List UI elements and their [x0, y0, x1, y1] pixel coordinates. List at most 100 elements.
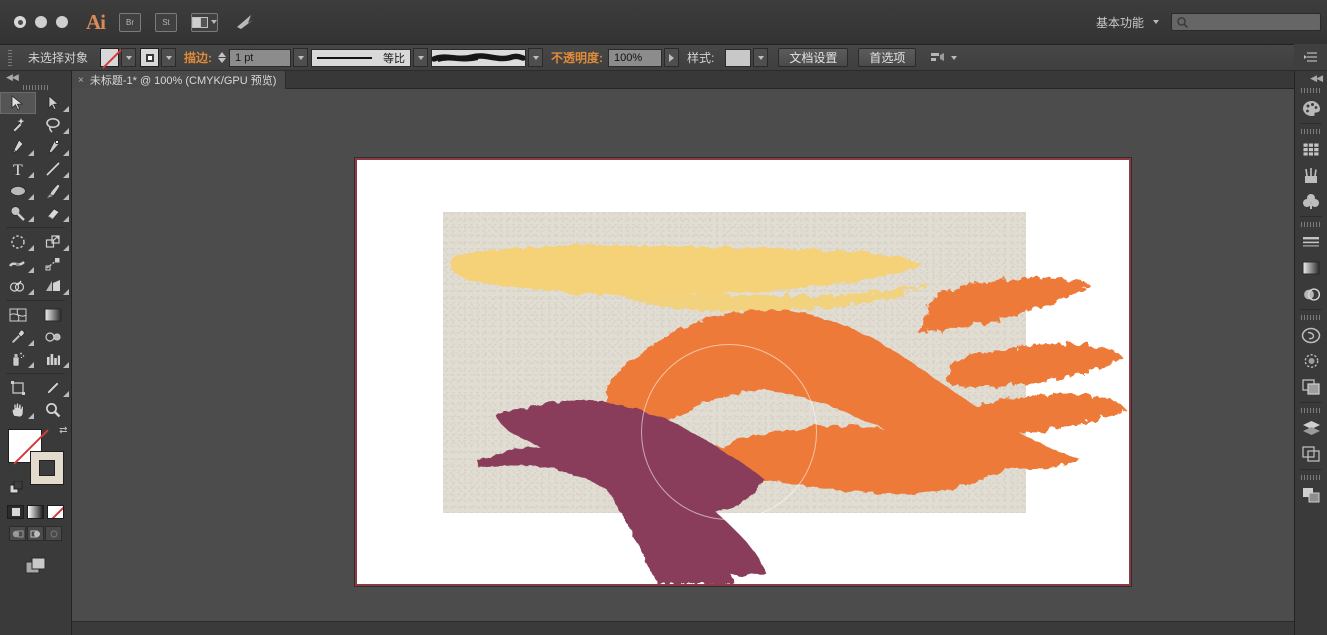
control-bar-grip[interactable]	[8, 50, 12, 66]
canvas-area[interactable]	[72, 89, 1313, 635]
artboards-panel-icon[interactable]	[1295, 441, 1327, 467]
layers-panel-icon[interactable]	[1295, 415, 1327, 441]
gradient-tool[interactable]	[36, 304, 72, 326]
control-bar: 未选择对象 描边: 1 pt 等比 不透明度: 100% 样式: 文档设置 首选…	[0, 45, 1327, 71]
panel-collapse-button[interactable]	[1294, 44, 1327, 70]
dock-grip-5[interactable]	[1295, 405, 1327, 415]
brushes-panel-icon[interactable]	[1295, 162, 1327, 188]
workspace-switcher[interactable]: 基本功能	[1090, 14, 1150, 31]
search-input[interactable]	[1171, 13, 1321, 31]
brush-definition-dropdown[interactable]	[528, 48, 543, 67]
none-mode-button[interactable]	[47, 505, 64, 519]
artboard[interactable]	[355, 158, 1131, 586]
scale-tool[interactable]	[36, 231, 72, 253]
variable-width-profile[interactable]: 等比	[311, 49, 411, 67]
variable-width-profile-label: 等比	[383, 50, 405, 66]
paintbrush-tool[interactable]	[36, 180, 72, 202]
artboard-tool[interactable]	[0, 377, 36, 399]
column-graph-tool[interactable]	[36, 348, 72, 370]
hand-tool[interactable]	[0, 399, 36, 421]
window-traffic-lights[interactable]	[14, 16, 68, 28]
go-to-bridge-icon[interactable]	[234, 12, 256, 32]
shape-builder-tool[interactable]	[0, 275, 36, 297]
stroke-weight-stepper[interactable]	[218, 52, 226, 63]
dock-grip-1[interactable]	[1295, 85, 1327, 95]
slice-tool[interactable]	[36, 377, 72, 399]
lasso-tool[interactable]	[36, 114, 72, 136]
maximize-window-button[interactable]	[56, 16, 68, 28]
swap-fill-stroke-icon[interactable]: ⇄	[59, 425, 67, 436]
fill-swatch-dropdown[interactable]	[121, 48, 136, 67]
stroke-swatch-dropdown[interactable]	[161, 48, 176, 67]
preferences-button[interactable]: 首选项	[858, 48, 916, 67]
graphic-style-dropdown[interactable]	[753, 48, 768, 67]
symbol-sprayer-tool[interactable]	[0, 348, 36, 370]
draw-inside-button[interactable]	[45, 526, 62, 541]
arrange-documents-icon[interactable]	[191, 13, 218, 32]
curvature-tool[interactable]	[36, 136, 72, 158]
opacity-value[interactable]: 100%	[608, 49, 662, 67]
appearance-panel-icon[interactable]	[1295, 348, 1327, 374]
shaper-tool[interactable]	[0, 202, 36, 224]
minimize-window-button[interactable]	[35, 16, 47, 28]
draw-normal-button[interactable]	[9, 526, 26, 541]
mesh-tool[interactable]	[0, 304, 36, 326]
blend-tool[interactable]	[36, 326, 72, 348]
bridge-br-icon[interactable]: Br	[119, 13, 141, 32]
type-tool[interactable]: T	[0, 158, 36, 180]
graphic-styles-panel-icon[interactable]	[1295, 374, 1327, 400]
creative-cloud-libraries-icon[interactable]	[1295, 322, 1327, 348]
stroke-color-swatch-large[interactable]	[30, 451, 64, 485]
dock-expand-button[interactable]: ◀◀	[1295, 71, 1327, 85]
color-panel-icon[interactable]	[1295, 95, 1327, 121]
graphic-style-swatch[interactable]	[725, 49, 751, 67]
stroke-color-swatch[interactable]	[140, 48, 159, 67]
eraser-tool[interactable]	[36, 202, 72, 224]
stroke-panel-icon[interactable]	[1295, 229, 1327, 255]
horizontal-scrollbar[interactable]	[72, 621, 1313, 635]
eyedropper-tool[interactable]	[0, 326, 36, 348]
magic-wand-tool[interactable]	[0, 114, 36, 136]
variable-width-dropdown[interactable]	[413, 48, 428, 67]
perspective-grid-tool[interactable]	[36, 275, 72, 297]
draw-behind-button[interactable]	[27, 526, 44, 541]
tools-panel-grip[interactable]	[0, 83, 71, 92]
stroke-weight-dropdown[interactable]	[293, 48, 308, 67]
symbols-panel-icon[interactable]	[1295, 188, 1327, 214]
dock-grip-6[interactable]	[1295, 472, 1327, 482]
brush-definition[interactable]	[431, 49, 526, 67]
fill-color-swatch[interactable]	[100, 48, 119, 67]
ellipse-tool[interactable]	[0, 180, 36, 202]
pen-tool[interactable]	[0, 136, 36, 158]
dock-grip-3[interactable]	[1295, 219, 1327, 229]
dock-grip-2[interactable]	[1295, 126, 1327, 136]
gradient-panel-icon[interactable]	[1295, 255, 1327, 281]
swatches-panel-icon[interactable]	[1295, 136, 1327, 162]
document-tab-title: 未标题-1* @ 100% (CMYK/GPU 预览)	[90, 72, 277, 88]
direct-selection-tool[interactable]	[36, 92, 72, 114]
document-setup-button[interactable]: 文档设置	[778, 48, 848, 67]
rotate-tool[interactable]	[0, 231, 36, 253]
illustrator-logo: Ai	[86, 10, 105, 35]
width-tool[interactable]	[0, 253, 36, 275]
pathfinder-panel-icon[interactable]	[1295, 482, 1327, 508]
dock-grip-4[interactable]	[1295, 312, 1327, 322]
color-mode-button[interactable]	[7, 505, 24, 519]
circle-selection-outline[interactable]	[641, 344, 817, 520]
workspace-chevron-down-icon[interactable]	[1153, 20, 1159, 24]
zoom-tool[interactable]	[36, 399, 72, 421]
opacity-dropdown[interactable]	[664, 48, 679, 67]
tools-panel-collapse[interactable]: ◀◀	[0, 71, 71, 83]
change-screen-mode-icon[interactable]	[0, 557, 71, 575]
document-tab[interactable]: × 未标题-1* @ 100% (CMYK/GPU 预览)	[72, 71, 286, 89]
stroke-weight-value[interactable]: 1 pt	[229, 49, 291, 67]
free-transform-tool[interactable]	[36, 253, 72, 275]
line-segment-tool[interactable]	[36, 158, 72, 180]
close-tab-icon[interactable]: ×	[78, 75, 84, 86]
stock-st-icon[interactable]: St	[155, 13, 177, 32]
transparency-panel-icon[interactable]	[1295, 281, 1327, 307]
gradient-mode-button[interactable]	[27, 505, 44, 519]
selection-tool[interactable]	[0, 92, 36, 114]
close-window-button[interactable]	[14, 16, 26, 28]
align-options-icon[interactable]	[930, 51, 957, 64]
